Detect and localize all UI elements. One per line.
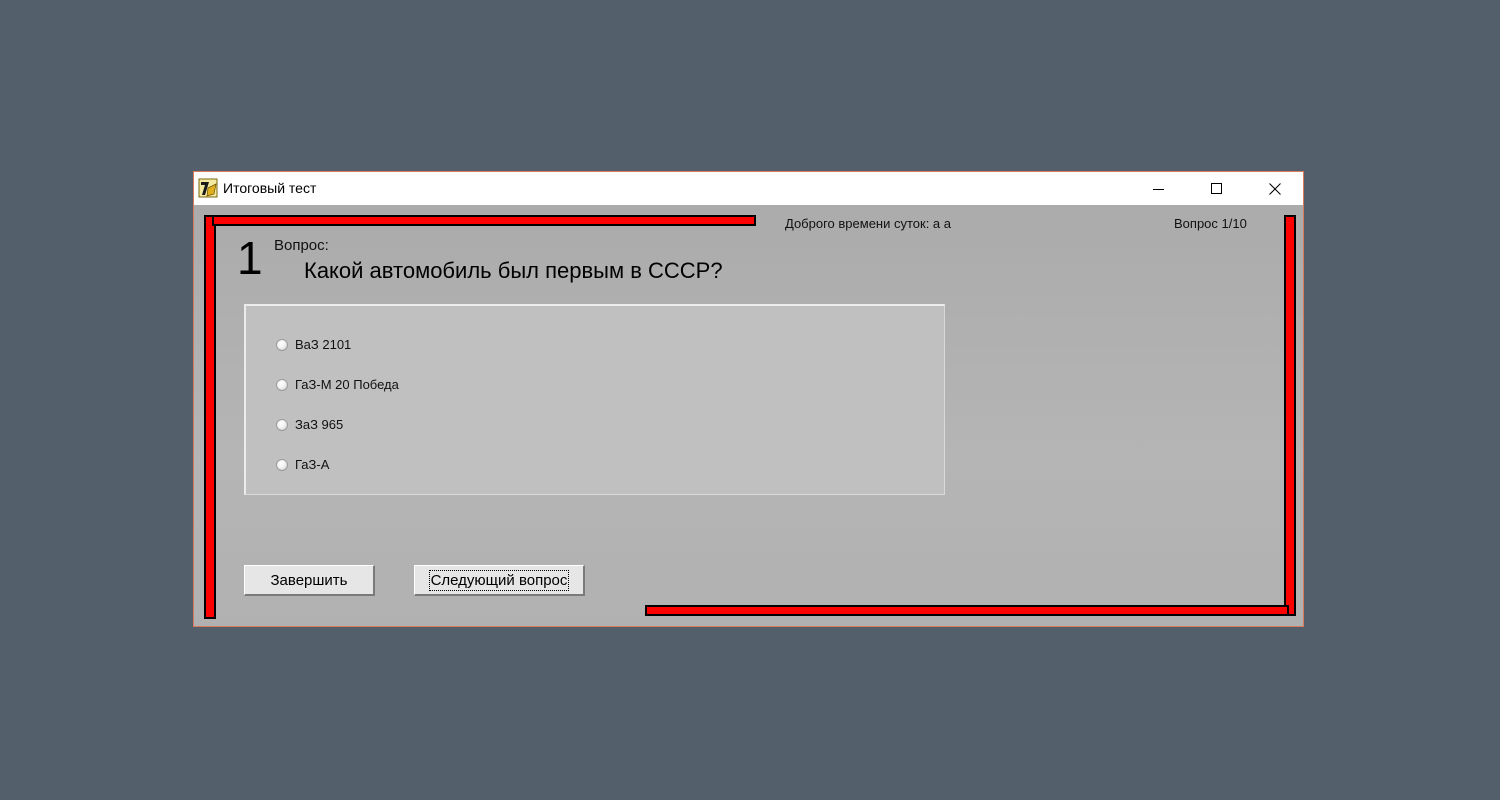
radio-button[interactable]	[276, 378, 288, 391]
next-question-button-label: Следующий вопрос	[428, 569, 570, 591]
frame-bar-bottom	[645, 605, 1289, 616]
answer-label: ГаЗ-А	[295, 457, 330, 472]
app-window: Итоговый тест Доброго времени суток: а а…	[193, 171, 1304, 627]
answer-label: ВаЗ 2101	[295, 337, 352, 352]
answers-group: ВаЗ 2101 ГаЗ-М 20 Победа ЗаЗ 965 ГаЗ-А	[244, 304, 945, 495]
question-counter: Вопрос 1/10	[1174, 216, 1247, 231]
answer-option[interactable]: ГаЗ-А	[276, 457, 329, 472]
frame-bar-top	[212, 215, 756, 226]
maximize-icon	[1211, 182, 1222, 194]
close-button[interactable]	[1246, 172, 1304, 205]
radio-button[interactable]	[276, 418, 288, 431]
maximize-button[interactable]	[1188, 172, 1246, 205]
radio-button[interactable]	[276, 338, 288, 351]
form-client-area: Доброго времени суток: а а Вопрос 1/10 1…	[194, 205, 1303, 626]
close-icon	[1269, 182, 1281, 195]
window-title: Итоговый тест	[223, 180, 317, 196]
radio-button[interactable]	[276, 458, 288, 471]
greeting-label: Доброго времени суток: а а	[785, 216, 951, 231]
next-question-button[interactable]: Следующий вопрос	[414, 565, 585, 596]
finish-button-label: Завершить	[270, 571, 348, 589]
answer-option[interactable]: ГаЗ-М 20 Победа	[276, 377, 399, 392]
frame-bar-right	[1284, 215, 1296, 616]
app-icon	[198, 178, 218, 198]
answer-option[interactable]: ЗаЗ 965	[276, 417, 343, 432]
question-text: Какой автомобиль был первым в СССР?	[304, 258, 723, 283]
answer-option[interactable]: ВаЗ 2101	[276, 337, 351, 352]
frame-bar-left	[204, 215, 216, 619]
answer-label: ГаЗ-М 20 Победа	[295, 377, 399, 392]
title-bar[interactable]: Итоговый тест	[194, 172, 1303, 205]
answer-label: ЗаЗ 965	[295, 417, 344, 432]
question-number: 1	[237, 232, 263, 284]
question-label: Вопрос:	[274, 237, 329, 254]
finish-button[interactable]: Завершить	[244, 565, 375, 596]
minimize-button[interactable]	[1130, 172, 1188, 205]
minimize-icon	[1153, 188, 1164, 190]
